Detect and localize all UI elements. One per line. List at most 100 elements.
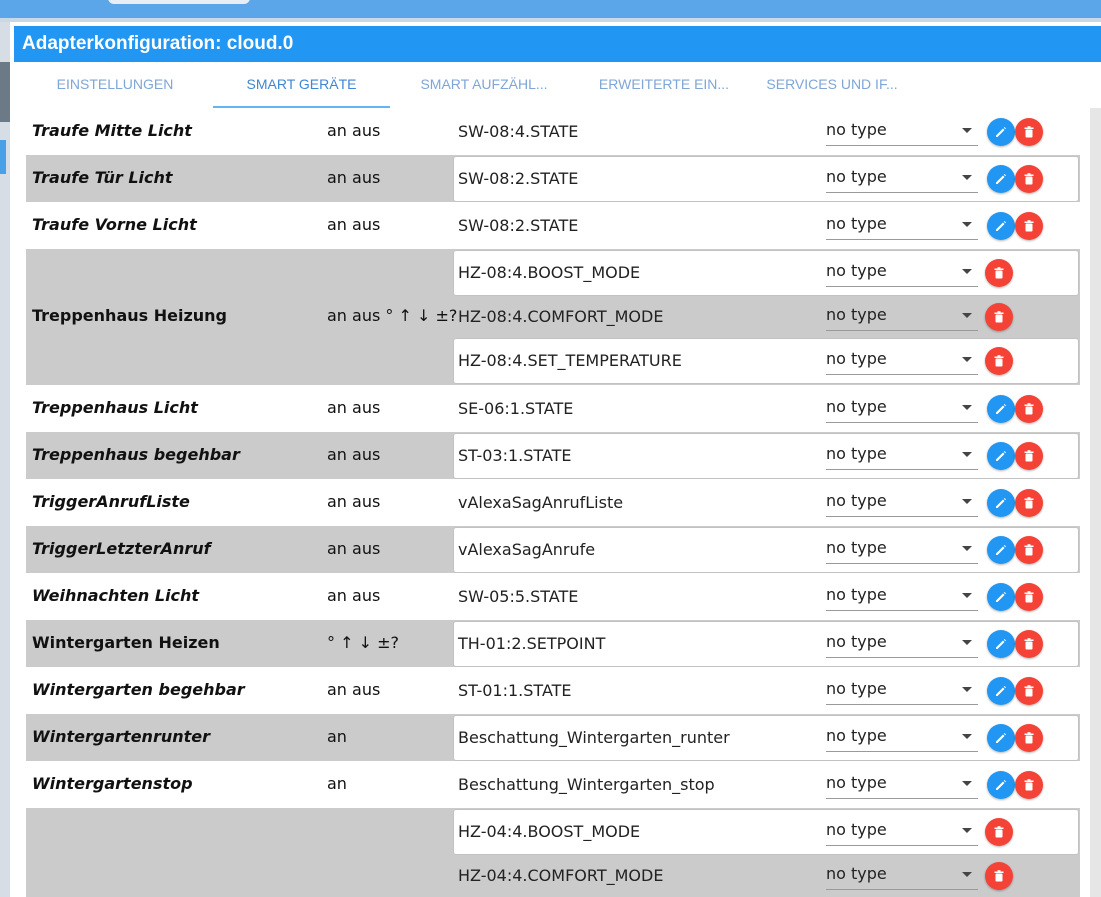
state-id: ST-03:1.STATE xyxy=(458,446,572,465)
delete-button[interactable] xyxy=(1015,489,1043,517)
state-id: SW-08:2.STATE xyxy=(458,216,579,235)
type-select[interactable]: no type xyxy=(826,440,978,470)
delete-button[interactable] xyxy=(1015,118,1043,146)
type-select-value: no type xyxy=(826,632,887,651)
dropdown-arrow-icon xyxy=(962,640,972,645)
device-row[interactable]: Wintergarten Heizen ° ↑ ↓ ±? TH-01:2.SETPO… xyxy=(26,620,1080,667)
state-entry: TH-01:2.SETPOINT no type xyxy=(454,622,1078,666)
state-id: Beschattung_Wintergarten_runter xyxy=(458,728,730,747)
device-traits: an aus ° ↑ ↓ ±? xyxy=(327,306,458,325)
edit-button[interactable] xyxy=(987,771,1015,799)
delete-button[interactable] xyxy=(985,259,1013,287)
device-traits: an aus xyxy=(327,120,381,140)
edit-button[interactable] xyxy=(987,724,1015,752)
type-select[interactable]: no type xyxy=(826,487,978,517)
edit-button[interactable] xyxy=(987,489,1015,517)
tab-smart-aufzaehlungen[interactable]: SMART AUFZÄHL... xyxy=(394,62,574,108)
edit-button[interactable] xyxy=(987,395,1015,423)
device-name: Traufe Tür Licht xyxy=(32,167,173,187)
state-entry: SW-08:4.STATE no type xyxy=(454,110,1078,154)
device-row[interactable]: Treppenhaus begehbar an aus ST-03:1.STATE n… xyxy=(26,432,1080,479)
device-row[interactable]: Traufe Mitte Licht an aus SW-08:4.STATE no … xyxy=(26,108,1080,155)
tab-services-und-ifttt[interactable]: SERVICES UND IF... xyxy=(742,62,922,108)
state-id: vAlexaSagAnrufe xyxy=(458,540,596,559)
type-select[interactable]: no type xyxy=(826,210,978,240)
delete-button[interactable] xyxy=(1015,212,1043,240)
dropdown-arrow-icon xyxy=(962,593,972,598)
edit-button[interactable] xyxy=(987,118,1015,146)
device-name: Wintergartenstop xyxy=(32,773,193,793)
delete-button[interactable] xyxy=(1015,442,1043,470)
device-row[interactable]: HZ-04:4.BOOST_MODE no type HZ-04:4.COMFORT… xyxy=(26,808,1080,897)
device-traits: an aus xyxy=(327,397,381,417)
type-select[interactable]: no type xyxy=(826,257,978,287)
tab-erweiterte-einstellungen[interactable]: ERWEITERTE EIN... xyxy=(574,62,754,108)
vertical-scrollbar[interactable] xyxy=(1090,108,1101,897)
device-row[interactable]: TriggerLetzterAnruf an aus vAlexaSagAnrufe… xyxy=(26,526,1080,573)
delete-button[interactable] xyxy=(1015,771,1043,799)
type-select-value: no type xyxy=(826,444,887,463)
state-id: SE-06:1.STATE xyxy=(458,399,574,418)
state-entry: HZ-08:4.COMFORT_MODE no type xyxy=(454,295,1078,339)
type-select[interactable]: no type xyxy=(826,769,978,799)
edit-button[interactable] xyxy=(987,536,1015,564)
state-entry: SW-08:2.STATE no type xyxy=(454,157,1078,201)
tab-bar: EINSTELLUNGEN SMART GERÄTE SMART AUFZÄHL… xyxy=(20,62,1090,108)
type-select[interactable]: no type xyxy=(826,628,978,658)
device-row[interactable]: Traufe Tür Licht an aus SW-08:2.STATE no ty… xyxy=(26,155,1080,202)
type-select-value: no type xyxy=(826,167,887,186)
delete-button[interactable] xyxy=(1015,677,1043,705)
type-select[interactable]: no type xyxy=(826,860,978,890)
delete-button[interactable] xyxy=(985,818,1013,846)
delete-button[interactable] xyxy=(1015,165,1043,193)
edit-button[interactable] xyxy=(987,630,1015,658)
state-entry: SW-08:2.STATE no type xyxy=(454,204,1078,248)
edit-button[interactable] xyxy=(987,165,1015,193)
edit-button[interactable] xyxy=(987,677,1015,705)
edit-button[interactable] xyxy=(987,583,1015,611)
device-row[interactable]: Wintergartenrunter an Beschattung_Winterga… xyxy=(26,714,1080,761)
device-row[interactable]: Treppenhaus Licht an aus SE-06:1.STATE no t… xyxy=(26,385,1080,432)
type-select[interactable]: no type xyxy=(826,345,978,375)
type-select[interactable]: no type xyxy=(826,581,978,611)
delete-button[interactable] xyxy=(1015,395,1043,423)
type-select[interactable]: no type xyxy=(826,393,978,423)
delete-button[interactable] xyxy=(985,862,1013,890)
state-id: HZ-04:4.BOOST_MODE xyxy=(458,822,641,841)
device-row[interactable]: TriggerAnrufListe an aus vAlexaSagAnrufLis… xyxy=(26,479,1080,526)
delete-button[interactable] xyxy=(1015,536,1043,564)
type-select-value: no type xyxy=(826,726,887,745)
device-row[interactable]: Traufe Vorne Licht an aus SW-08:2.STATE no … xyxy=(26,202,1080,249)
edit-button[interactable] xyxy=(987,212,1015,240)
dropdown-arrow-icon xyxy=(962,269,972,274)
dropdown-arrow-icon xyxy=(962,357,972,362)
type-select-value: no type xyxy=(826,397,887,416)
type-select[interactable]: no type xyxy=(826,675,978,705)
type-select[interactable]: no type xyxy=(826,722,978,752)
device-row[interactable]: Treppenhaus Heizung an aus ° ↑ ↓ ±? HZ-08:… xyxy=(26,249,1080,385)
type-select-value: no type xyxy=(826,349,887,368)
dialog-title: Adapterkonfiguration: cloud.0 xyxy=(14,26,1101,62)
delete-button[interactable] xyxy=(1015,630,1043,658)
edit-button[interactable] xyxy=(987,442,1015,470)
delete-button[interactable] xyxy=(985,347,1013,375)
top-bar-search-box[interactable] xyxy=(108,0,250,4)
type-select[interactable]: no type xyxy=(826,816,978,846)
tab-einstellungen[interactable]: EINSTELLUNGEN xyxy=(20,62,210,108)
device-row[interactable]: Wintergarten begehbar an aus ST-01:1.STATE… xyxy=(26,667,1080,714)
type-select[interactable]: no type xyxy=(826,534,978,564)
state-entry: ST-03:1.STATE no type xyxy=(454,434,1078,478)
delete-button[interactable] xyxy=(1015,583,1043,611)
type-select[interactable]: no type xyxy=(826,116,978,146)
device-row[interactable]: Wintergartenstop an Beschattung_Wintergart… xyxy=(26,761,1080,808)
dropdown-arrow-icon xyxy=(962,499,972,504)
type-select[interactable]: no type xyxy=(826,163,978,193)
delete-button[interactable] xyxy=(1015,724,1043,752)
device-row[interactable]: Weihnachten Licht an aus SW-05:5.STATE no t… xyxy=(26,573,1080,620)
type-select[interactable]: no type xyxy=(826,301,978,331)
delete-button[interactable] xyxy=(985,303,1013,331)
tab-smart-geraete[interactable]: SMART GERÄTE xyxy=(213,62,390,108)
state-id: HZ-08:4.BOOST_MODE xyxy=(458,263,641,282)
dropdown-arrow-icon xyxy=(962,222,972,227)
smart-devices-list[interactable]: Traufe Mitte Licht an aus SW-08:4.STATE no … xyxy=(26,108,1088,897)
